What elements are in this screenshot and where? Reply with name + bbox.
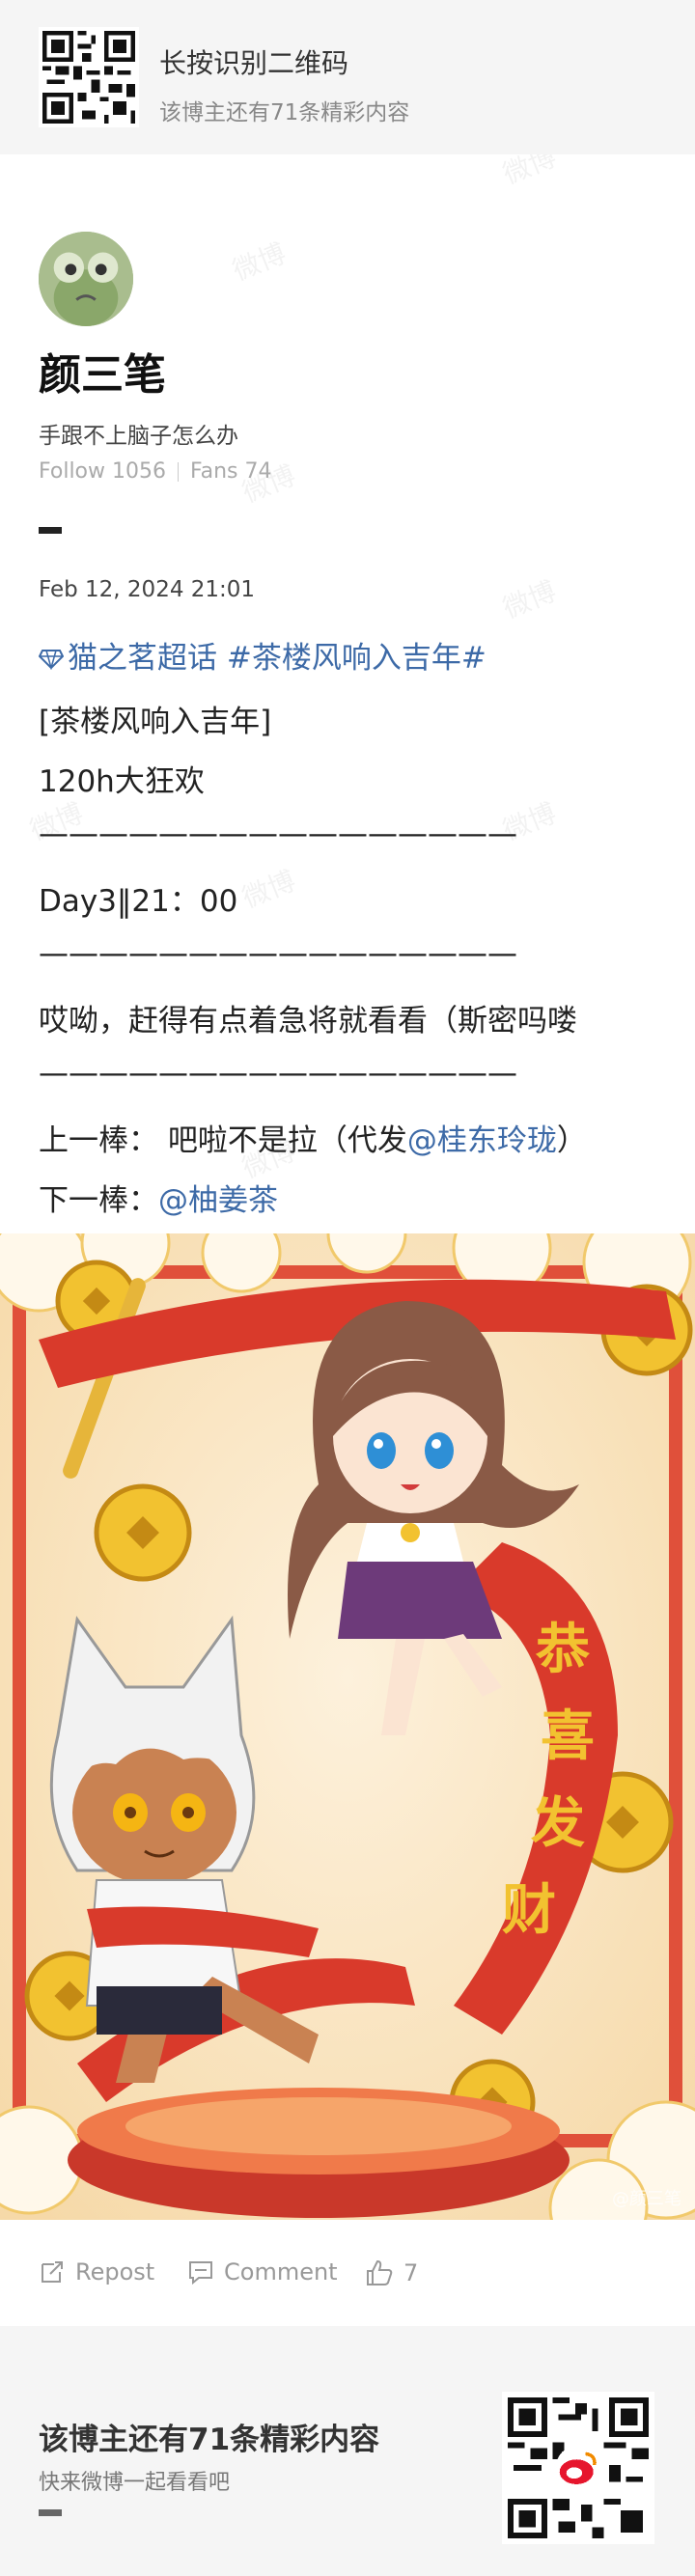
post-relay-previous: 上一棒： 吧啦不是拉（代发@桂东玲珑） bbox=[39, 1123, 587, 1158]
banner-char: 喜 bbox=[541, 1705, 595, 1768]
post-topics: 猫之茗超话 #茶楼风响入吉年# bbox=[39, 633, 486, 677]
like-button[interactable]: 7 bbox=[365, 2258, 418, 2287]
repost-label: Repost bbox=[75, 2258, 155, 2285]
comment-label: Comment bbox=[224, 2258, 338, 2285]
repost-button[interactable]: Repost bbox=[39, 2258, 154, 2285]
image-watermark: @颜三笔 bbox=[612, 2189, 681, 2209]
comment-icon bbox=[189, 2261, 212, 2285]
qr-code-icon[interactable] bbox=[502, 2392, 654, 2544]
super-topic-link[interactable]: 猫之茗超话 bbox=[39, 641, 217, 676]
qr-banner[interactable]: 长按识别二维码 该博主还有71条精彩内容 bbox=[0, 0, 695, 154]
profile-stats: Follow 1056 Fans 74 bbox=[39, 459, 272, 484]
mention-link[interactable]: @桂东玲珑 bbox=[407, 1123, 557, 1158]
super-topic-icon bbox=[39, 650, 64, 670]
watermark: 微博 bbox=[237, 864, 300, 915]
avatar[interactable] bbox=[39, 232, 133, 326]
banner-title: 长按识别二维码 bbox=[159, 47, 349, 79]
post-line: 120h大狂欢 bbox=[39, 764, 205, 799]
banner-subtitle: 该博主还有71条精彩内容 bbox=[159, 100, 410, 125]
post-divider-line: ———————————————— bbox=[39, 1056, 517, 1091]
post-divider-line: ———————————————— bbox=[39, 936, 517, 971]
stats-divider bbox=[178, 461, 179, 482]
post-image[interactable]: 恭 喜 发 财 @颜三笔 bbox=[0, 1233, 695, 2220]
post-date: Feb 12, 2024 21:01 bbox=[39, 577, 256, 602]
hashtag-link[interactable]: #茶楼风响入吉年# bbox=[227, 641, 486, 676]
section-divider bbox=[39, 527, 62, 534]
banner-char: 恭 bbox=[535, 1619, 590, 1681]
like-count: 7 bbox=[403, 2259, 419, 2286]
footer-divider bbox=[39, 2509, 62, 2516]
footer-banner[interactable]: 该博主还有71条精彩内容 快来微博一起看看吧 bbox=[0, 2326, 695, 2576]
profile-bio: 手跟不上脑子怎么办 bbox=[39, 424, 238, 449]
comment-button[interactable]: Comment bbox=[187, 2258, 338, 2285]
post-relay-next: 下一棒：@柚姜茶 bbox=[39, 1183, 278, 1218]
profile-name[interactable]: 颜三笔 bbox=[39, 340, 166, 402]
post-divider-line: ———————————————— bbox=[39, 817, 517, 851]
watermark: 微博 bbox=[228, 236, 291, 288]
follow-count[interactable]: Follow 1056 bbox=[39, 459, 166, 484]
repost-icon bbox=[42, 2261, 63, 2283]
post-line: 哎呦，赶得有点着急将就看看（斯密吗喽 bbox=[39, 1004, 577, 1039]
post-line: Day3‖21：00 bbox=[39, 884, 238, 919]
footer-subtitle: 快来微博一起看看吧 bbox=[39, 2471, 231, 2495]
like-icon bbox=[367, 2259, 393, 2285]
action-bar: Repost Comment 7 bbox=[0, 2220, 695, 2326]
banner-char: 财 bbox=[502, 1879, 556, 1942]
footer-title: 该博主还有71条精彩内容 bbox=[39, 2423, 380, 2457]
banner-char: 发 bbox=[531, 1792, 585, 1855]
mention-link[interactable]: @柚姜茶 bbox=[158, 1183, 278, 1218]
watermark: 微博 bbox=[498, 574, 561, 625]
qr-code-icon[interactable] bbox=[39, 27, 139, 127]
post-line: [茶楼风响入吉年] bbox=[39, 705, 272, 739]
fans-count[interactable]: Fans 74 bbox=[190, 459, 272, 484]
